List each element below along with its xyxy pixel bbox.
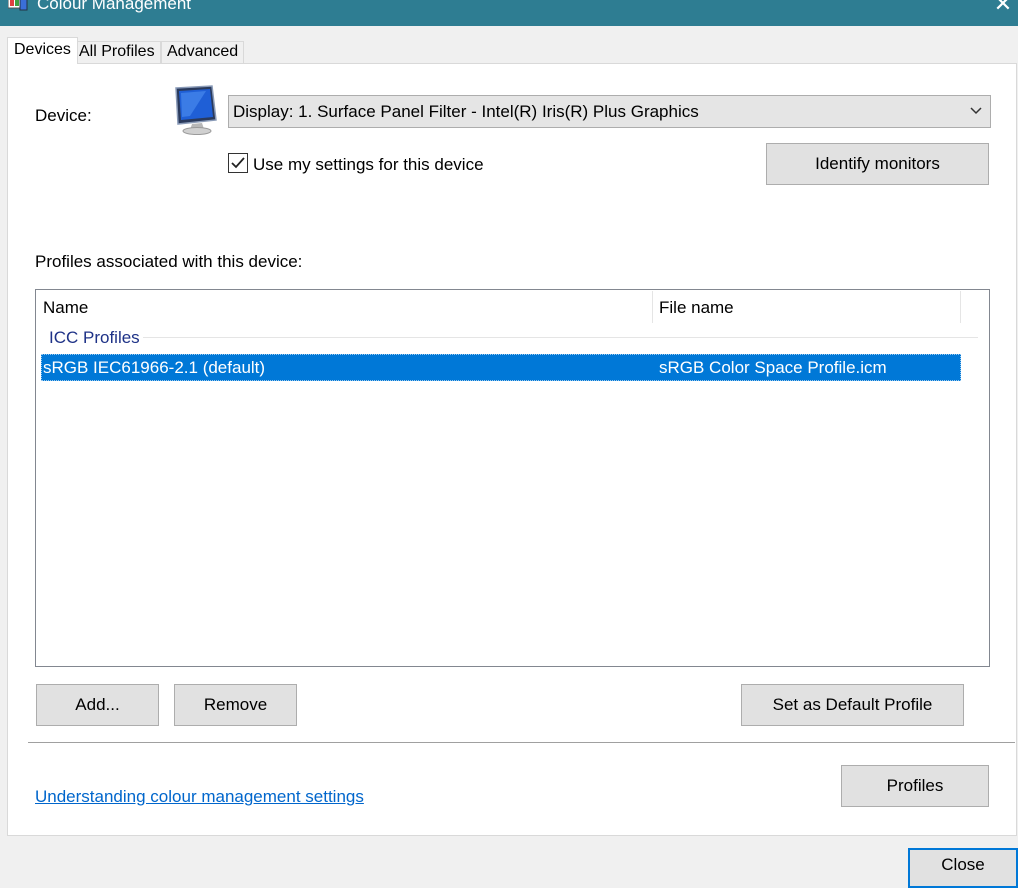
monitor-icon [170,84,220,136]
chevron-down-icon[interactable] [968,104,984,118]
remove-button[interactable]: Remove [174,684,297,726]
tab-all-profiles[interactable]: All Profiles [73,41,161,63]
window-title: Colour Management [37,0,192,13]
close-window-icon[interactable]: ✕ [990,0,1016,19]
column-separator[interactable] [652,291,653,323]
group-divider [143,337,978,338]
profiles-list[interactable] [35,289,990,667]
identify-monitors-button[interactable]: Identify monitors [766,143,989,185]
use-settings-label[interactable]: Use my settings for this device [253,155,484,175]
divider [28,742,1015,743]
use-settings-checkbox[interactable] [228,153,248,173]
column-header-file-name[interactable]: File name [659,298,734,318]
group-header-icc-profiles[interactable]: ICC Profiles [49,328,140,348]
colour-management-app-icon [7,0,28,12]
device-label: Device: [35,106,92,125]
help-link[interactable]: Understanding colour management settings [35,787,364,807]
column-separator[interactable] [960,291,961,323]
profiles-associated-label: Profiles associated with this device: [35,252,303,271]
column-header-name[interactable]: Name [43,298,88,318]
add-button[interactable]: Add... [36,684,159,726]
profiles-button[interactable]: Profiles [841,765,989,807]
tab-devices[interactable]: Devices [7,37,78,64]
tab-advanced[interactable]: Advanced [161,41,245,63]
close-button[interactable]: Close [908,848,1018,888]
list-item-name[interactable]: sRGB IEC61966-2.1 (default) [43,358,265,378]
list-item-file-name[interactable]: sRGB Color Space Profile.icm [659,358,887,378]
set-default-profile-button[interactable]: Set as Default Profile [741,684,964,726]
device-dropdown[interactable]: Display: 1. Surface Panel Filter - Intel… [228,95,991,128]
